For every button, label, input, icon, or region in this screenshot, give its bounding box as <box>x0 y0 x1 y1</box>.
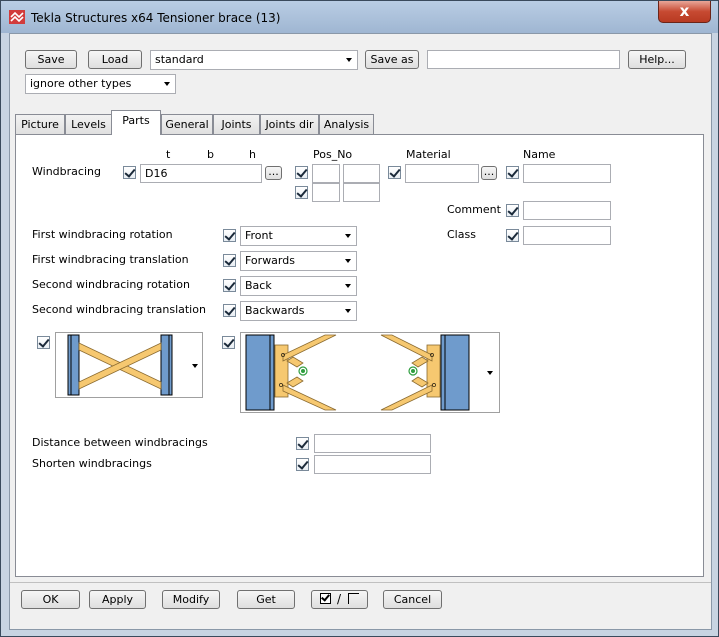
profile-browse-button[interactable]: ... <box>265 166 282 180</box>
tekla-app-icon <box>9 10 25 24</box>
cross-bracing-picture <box>67 334 173 396</box>
save-as-name-input[interactable] <box>427 50 620 69</box>
profile-input[interactable]: D16 <box>140 164 262 183</box>
first-rotation-value: Front <box>245 229 273 242</box>
class-label: Class <box>447 228 476 241</box>
close-icon: x <box>679 2 690 20</box>
first-rotation-label: First windbracing rotation <box>32 228 173 241</box>
cancel-button[interactable]: Cancel <box>383 590 442 609</box>
type-filter-value: ignore other types <box>30 77 132 90</box>
second-translation-checkbox[interactable] <box>223 304 236 317</box>
save-as-button[interactable]: Save as <box>365 50 419 69</box>
chevron-down-icon <box>192 364 198 368</box>
tab-parts[interactable]: Parts <box>111 110 161 135</box>
second-rotation-value: Back <box>245 279 272 292</box>
bracing-type-checkbox[interactable] <box>37 336 50 349</box>
name-input[interactable] <box>523 164 611 183</box>
tab-levels[interactable]: Levels <box>65 114 112 134</box>
chevron-down-icon <box>345 259 351 263</box>
assembly-start-number-input[interactable] <box>343 183 380 202</box>
class-checkbox[interactable] <box>506 229 519 242</box>
preset-select-value: standard <box>155 53 204 66</box>
chevron-down-icon <box>345 284 351 288</box>
comment-checkbox[interactable] <box>506 204 519 217</box>
material-input[interactable] <box>405 164 479 183</box>
distance-between-input[interactable] <box>314 434 431 453</box>
assembly-prefix-input[interactable] <box>312 183 340 202</box>
type-filter-select[interactable]: ignore other types <box>25 74 176 94</box>
second-translation-label: Second windbracing translation <box>32 303 206 316</box>
distance-between-label: Distance between windbracings <box>32 436 208 449</box>
chevron-down-icon <box>345 309 351 313</box>
chevron-down-icon <box>487 371 493 375</box>
save-button[interactable]: Save <box>25 50 77 69</box>
first-rotation-select[interactable]: Front <box>240 226 357 246</box>
first-translation-select[interactable]: Forwards <box>240 251 357 271</box>
column-header-pos-no: Pos_No <box>313 148 353 161</box>
chevron-down-icon <box>164 82 170 86</box>
first-translation-value: Forwards <box>245 254 295 267</box>
comment-input[interactable] <box>523 201 611 220</box>
window-title: Tekla Structures x64 Tensioner brace (13… <box>31 11 281 25</box>
ok-button[interactable]: OK <box>21 590 80 609</box>
checked-box-icon <box>320 592 331 604</box>
column-header-name: Name <box>523 148 556 161</box>
chevron-down-icon <box>345 234 351 238</box>
pos-start-number-input[interactable] <box>343 164 380 183</box>
material-browse-button[interactable]: ... <box>481 166 497 180</box>
material-checkbox[interactable] <box>388 166 401 179</box>
first-translation-label: First windbracing translation <box>32 253 189 266</box>
connection-type-checkbox[interactable] <box>222 336 235 349</box>
toggle-all-checkboxes-button[interactable]: / <box>311 590 368 609</box>
column-header-b: b <box>207 148 214 161</box>
distance-between-checkbox[interactable] <box>296 437 309 450</box>
toggle-separator: / <box>337 592 342 606</box>
tab-general[interactable]: General <box>161 114 213 134</box>
second-translation-value: Backwards <box>245 304 305 317</box>
first-translation-checkbox[interactable] <box>223 254 236 267</box>
shorten-label: Shorten windbracings <box>32 457 152 470</box>
preset-select[interactable]: standard <box>150 50 358 70</box>
close-window-button[interactable]: x <box>658 1 711 23</box>
tab-joints-dir[interactable]: Joints dir <box>260 114 319 134</box>
connection-type-image-select[interactable] <box>240 332 500 413</box>
second-translation-select[interactable]: Backwards <box>240 301 357 321</box>
profile-checkbox[interactable] <box>123 166 136 179</box>
tab-joints[interactable]: Joints <box>213 114 260 134</box>
help-button[interactable]: Help... <box>628 50 686 69</box>
pos-no-assembly-checkbox[interactable] <box>295 186 308 199</box>
dialog-body: Save Load standard Save as Help... ignor… <box>9 33 712 630</box>
apply-button[interactable]: Apply <box>89 590 146 609</box>
column-header-t: t <box>166 148 171 161</box>
class-input[interactable] <box>523 226 611 245</box>
pos-prefix-input[interactable] <box>312 164 340 183</box>
shorten-input[interactable] <box>314 455 431 474</box>
modify-button[interactable]: Modify <box>162 590 220 609</box>
second-rotation-checkbox[interactable] <box>223 279 236 292</box>
bracing-type-image-select[interactable] <box>55 332 203 398</box>
pos-no-checkbox[interactable] <box>295 166 308 179</box>
tensioner-connection-picture <box>245 334 470 411</box>
dialog-window: Tekla Structures x64 Tensioner brace (13… <box>0 0 719 637</box>
second-rotation-select[interactable]: Back <box>240 276 357 296</box>
chevron-down-icon <box>346 58 352 62</box>
column-header-material: Material <box>406 148 451 161</box>
get-button[interactable]: Get <box>237 590 295 609</box>
title-bar: Tekla Structures x64 Tensioner brace (13… <box>1 1 718 33</box>
shorten-checkbox[interactable] <box>296 458 309 471</box>
tab-analysis[interactable]: Analysis <box>319 114 374 134</box>
name-checkbox[interactable] <box>506 166 519 179</box>
column-header-h: h <box>249 148 256 161</box>
tab-picture[interactable]: Picture <box>15 114 65 134</box>
windbracing-label: Windbracing <box>32 165 101 178</box>
load-button[interactable]: Load <box>88 50 142 69</box>
first-rotation-checkbox[interactable] <box>223 229 236 242</box>
second-rotation-label: Second windbracing rotation <box>32 278 190 291</box>
footer-divider <box>10 582 711 583</box>
comment-label: Comment <box>447 203 501 216</box>
unchecked-box-icon <box>348 593 359 604</box>
